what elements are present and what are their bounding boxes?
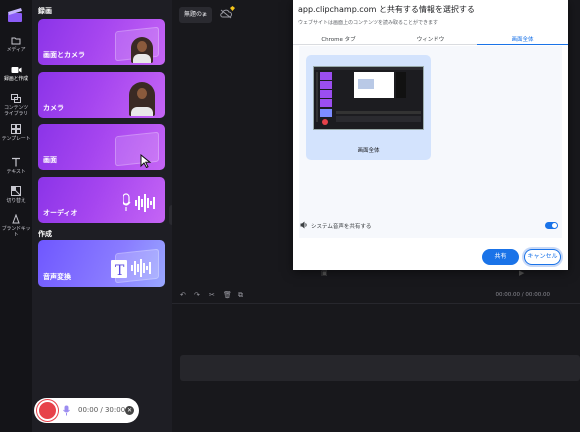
share-button[interactable]: 共有 [482, 249, 519, 265]
cancel-button[interactable]: キャンセル [524, 249, 561, 265]
screen-illustration [115, 131, 159, 167]
sidebar-item-label: メディア [6, 47, 26, 53]
svg-text:T: T [115, 263, 125, 279]
card-camera[interactable]: カメラ [38, 72, 165, 118]
cursor-icon [140, 154, 152, 168]
timeline-track[interactable] [180, 355, 580, 381]
card-screen[interactable]: 画面 [38, 124, 165, 170]
section-title-create: 作成 [38, 230, 52, 238]
card-label: カメラ [43, 104, 64, 112]
sidebar-item-content-library[interactable]: コンテンツ ライブラリ [0, 94, 32, 117]
screen-thumbnail [313, 66, 424, 130]
card-label: 画面 [43, 156, 57, 164]
card-text-to-speech[interactable]: T 音声変換 [38, 240, 165, 287]
presenter-avatar [129, 82, 155, 116]
split-icon[interactable]: ✂ [209, 291, 215, 299]
card-label: 画面とカメラ [43, 51, 85, 59]
sidebar-item-transitions[interactable]: 切り替え [0, 186, 32, 204]
sidebar-item-label: 切り替え [6, 198, 26, 204]
record-create-panel: 録画 画面とカメラ カメラ 画面 オーディオ 作成 T 音声変換 00:00 /… [32, 0, 172, 432]
library-icon [11, 94, 21, 103]
close-recorder-button[interactable]: ✕ [125, 406, 134, 415]
template-icon [11, 124, 21, 134]
sidebar-item-label: 録画と作成 [3, 76, 28, 82]
system-audio-row: システム音声を共有する [299, 216, 562, 236]
system-audio-label: システム音声を共有する [311, 224, 372, 230]
fullscreen-preview-icon[interactable]: ▣ [321, 269, 328, 277]
camera-icon [11, 67, 21, 73]
dialog-content: 画面全体 [299, 46, 562, 238]
speaker-icon [300, 221, 307, 229]
sidebar-item-label: ブランドキット [1, 226, 31, 238]
clipchamp-logo-icon[interactable] [7, 8, 23, 22]
project-title[interactable]: 無題の≱ [179, 7, 213, 23]
dialog-title: app.clipchamp.com と共有する情報を選択する [298, 5, 475, 14]
dialog-subtitle: ウェブサイトは画面上のコンテンツを読み取ることができます [298, 20, 439, 26]
sidebar-item-media[interactable]: メディア [0, 36, 32, 53]
card-label: オーディオ [43, 209, 78, 217]
card-screen-and-camera[interactable]: 画面とカメラ [38, 19, 165, 65]
section-title-record: 録画 [38, 7, 52, 15]
sidebar-item-label: コンテンツ ライブラリ [3, 105, 28, 117]
sidebar-item-templates[interactable]: テンプレート [0, 124, 32, 142]
recording-timer: 00:00 / 30:00 [78, 406, 126, 414]
entire-screen-option[interactable]: 画面全体 [306, 55, 431, 160]
waveform-icon [123, 193, 155, 212]
presenter-avatar [131, 37, 153, 63]
left-nav-rail: メディア 録画と作成 コンテンツ ライブラリ テンプレート テキスト 切り替え … [0, 0, 32, 432]
sidebar-item-brand-kit[interactable]: ブランドキット [0, 214, 32, 238]
screen-option-label: 画面全体 [357, 148, 380, 154]
text-icon [12, 157, 20, 167]
timeline-toolbar: ↶ ↷ ✂ 🗑 ⧉ 00:00.00 / 00:00.00 [172, 286, 580, 304]
brand-kit-icon [12, 214, 20, 224]
sidebar-item-record-create[interactable]: 録画と作成 [0, 66, 32, 82]
tab-chrome-tab[interactable]: Chrome タブ [293, 35, 384, 43]
tab-entire-screen[interactable]: 画面全体 [477, 35, 568, 43]
delete-icon[interactable]: 🗑 [223, 291, 232, 299]
timeline-timecode: 00:00.00 / 00:00.00 [495, 292, 550, 298]
record-button[interactable] [37, 400, 58, 421]
system-audio-toggle[interactable] [545, 222, 558, 229]
recording-control-bar: 00:00 / 30:00 ✕ [34, 398, 139, 423]
redo-icon[interactable]: ↷ [194, 291, 200, 299]
microphone-icon[interactable] [63, 405, 70, 416]
tab-window[interactable]: ウィンドウ [385, 35, 476, 43]
play-button[interactable]: ▶ [519, 269, 524, 277]
sidebar-item-label: テキスト [6, 169, 26, 175]
transition-icon [11, 186, 21, 196]
sidebar-item-text[interactable]: テキスト [0, 157, 32, 175]
premium-gem-icon [230, 6, 235, 11]
undo-icon[interactable]: ↶ [180, 291, 186, 299]
active-tab-indicator [477, 44, 568, 45]
duplicate-icon[interactable]: ⧉ [238, 291, 243, 300]
sidebar-item-label: テンプレート [1, 136, 31, 142]
card-label: 音声変換 [43, 273, 71, 281]
folder-icon [11, 37, 21, 45]
screen-share-dialog: app.clipchamp.com と共有する情報を選択する ウェブサイトは画面… [293, 0, 568, 270]
text-to-speech-icon: T [111, 259, 151, 279]
card-audio[interactable]: オーディオ [38, 177, 165, 223]
